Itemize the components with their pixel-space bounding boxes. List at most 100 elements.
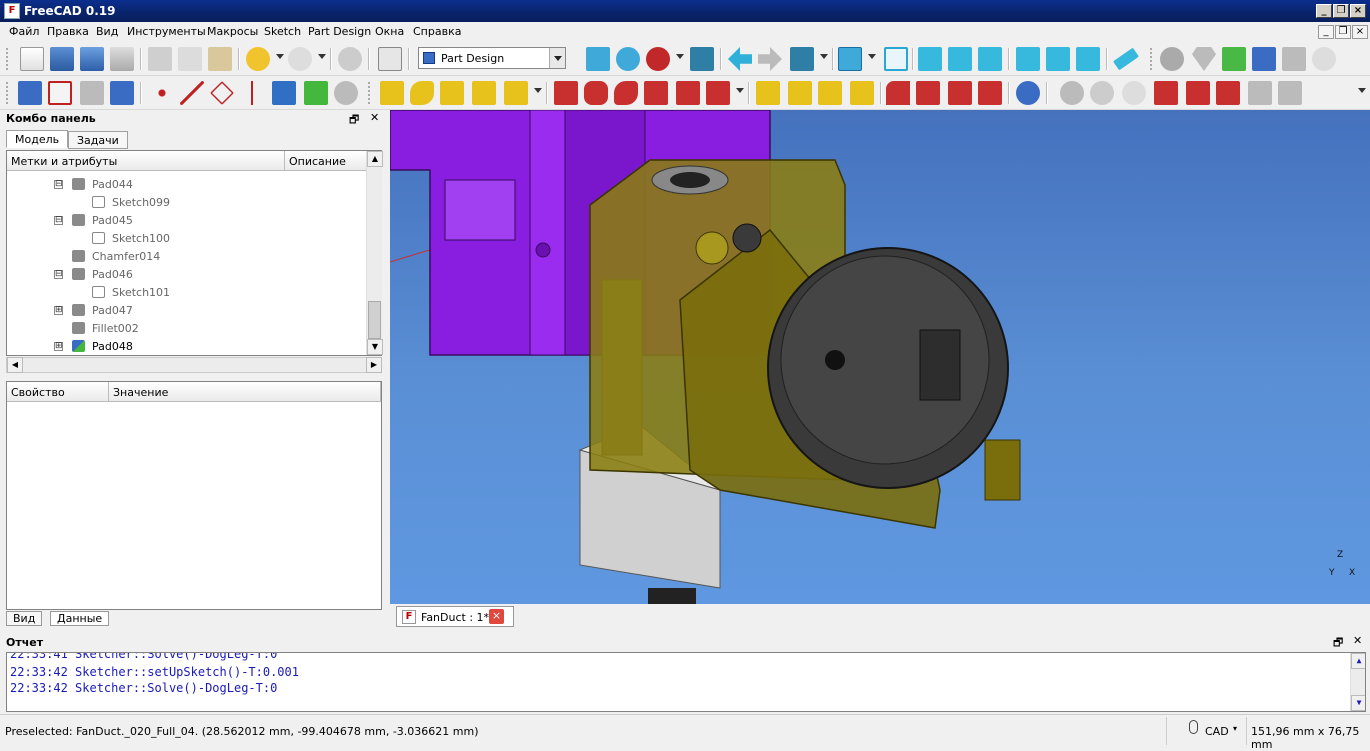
std-views-dropdown-icon[interactable] — [868, 54, 876, 59]
view-right-icon[interactable] — [978, 47, 1002, 71]
link-dropdown-icon[interactable] — [820, 54, 828, 59]
scroll-thumb[interactable] — [368, 301, 381, 339]
draw-style-icon[interactable] — [646, 47, 670, 71]
3d-model-render[interactable] — [390, 110, 1370, 604]
tree-column-header-labels[interactable]: Метки и атрибуты — [7, 151, 285, 171]
tree-scrollbar[interactable]: ▲ ▼ — [366, 151, 383, 355]
tree-item-sketch101[interactable]: Sketch101 — [7, 283, 365, 301]
undock-icon[interactable]: 🗗 — [349, 111, 359, 130]
std-views-icon[interactable] — [838, 47, 862, 71]
boolean-operation-icon[interactable] — [1016, 81, 1040, 105]
view-rear-icon[interactable] — [1016, 47, 1040, 71]
subshape-binder-icon[interactable] — [304, 81, 328, 105]
toolbar-grip[interactable] — [6, 48, 10, 70]
tree-item-sketch100[interactable]: Sketch100 — [7, 229, 365, 247]
create-sketch-icon[interactable] — [48, 81, 72, 105]
scroll-down-icon[interactable]: ▼ — [367, 339, 383, 355]
tree-item-pad046[interactable]: ⊟ Pad046 — [7, 265, 365, 283]
new-document-icon[interactable] — [20, 47, 44, 71]
part-cut-icon[interactable] — [1090, 81, 1114, 105]
redo-icon[interactable] — [288, 47, 312, 71]
part-compound-icon[interactable] — [1248, 81, 1272, 105]
tab-view[interactable]: Вид — [6, 611, 43, 626]
tree-item-pad048[interactable]: ⊞ Pad048 — [7, 337, 365, 355]
body-icon[interactable] — [1252, 47, 1276, 71]
polar-pattern-icon[interactable] — [818, 81, 842, 105]
menu-help[interactable]: Справка — [413, 25, 461, 38]
hole-icon[interactable] — [584, 81, 608, 105]
multi-transform-icon[interactable] — [850, 81, 874, 105]
additive-loft-icon[interactable] — [440, 81, 464, 105]
draw-style-dropdown-icon[interactable] — [676, 54, 684, 59]
tab-tasks[interactable]: Задачи — [68, 131, 128, 149]
pad-icon[interactable] — [380, 81, 404, 105]
additive-pipe-icon[interactable] — [472, 81, 496, 105]
chevron-down-icon[interactable] — [549, 48, 565, 68]
undock-icon[interactable]: 🗗 — [1333, 634, 1343, 653]
scroll-down-icon[interactable]: ▼ — [1351, 695, 1365, 711]
subtractive-loft-icon[interactable] — [644, 81, 668, 105]
linear-pattern-icon[interactable] — [788, 81, 812, 105]
additive-primitive-dropdown-icon[interactable] — [534, 88, 542, 93]
scroll-right-icon[interactable]: ▶ — [366, 357, 382, 373]
toolbar-grip[interactable] — [1150, 48, 1154, 70]
part-cross-section-icon[interactable] — [1186, 81, 1210, 105]
draft-icon[interactable] — [948, 81, 972, 105]
toolbar-overflow-icon[interactable] — [1358, 88, 1366, 93]
tree-item-pad044[interactable]: ⊟ Pad044 — [7, 175, 365, 193]
create-body-icon[interactable] — [18, 81, 42, 105]
menu-sketch[interactable]: Sketch — [264, 25, 301, 38]
3d-viewport[interactable]: Z Y X — [390, 110, 1370, 604]
fillet-icon[interactable] — [886, 81, 910, 105]
collapse-icon[interactable]: ⊟ — [54, 270, 63, 279]
tree-item-sketch099[interactable]: Sketch099 — [7, 193, 365, 211]
minimize-button[interactable]: _ — [1316, 4, 1332, 18]
tree-item-chamfer014[interactable]: Chamfer014 — [7, 247, 365, 265]
expand-icon[interactable]: ⊞ — [54, 342, 63, 351]
part-union-icon[interactable] — [1060, 81, 1084, 105]
map-sketch-icon[interactable] — [110, 81, 134, 105]
view-front-icon[interactable] — [918, 47, 942, 71]
local-coordinate-system-icon[interactable] — [240, 81, 264, 105]
mirrored-icon[interactable] — [756, 81, 780, 105]
additive-primitive-icon[interactable] — [504, 81, 528, 105]
forward-arrow-icon[interactable] — [758, 47, 782, 71]
tree-horizontal-scrollbar[interactable]: ◀ ▶ — [6, 357, 382, 373]
boolean-icon[interactable] — [1312, 47, 1336, 71]
print-icon[interactable] — [110, 47, 134, 71]
toolbar-grip[interactable] — [6, 82, 10, 104]
report-view[interactable]: 22:33:41 Sketcher::Solve()-DogLeg-T:0 22… — [6, 652, 1366, 712]
part-section-icon[interactable] — [1154, 81, 1178, 105]
cut-icon[interactable] — [148, 47, 172, 71]
revolution-icon[interactable] — [410, 81, 434, 105]
view-top-icon[interactable] — [948, 47, 972, 71]
close-window-button[interactable]: × — [1350, 4, 1366, 18]
measure-distance-icon[interactable] — [1113, 47, 1139, 71]
scroll-up-icon[interactable]: ▲ — [1351, 653, 1365, 669]
chamfer-icon[interactable] — [916, 81, 940, 105]
thickness-icon[interactable] — [978, 81, 1002, 105]
menu-part-design[interactable]: Part Design — [308, 25, 371, 38]
menu-file[interactable]: Файл — [9, 25, 39, 38]
validate-sketch-icon[interactable] — [80, 81, 104, 105]
collapse-icon[interactable]: ⊟ — [54, 216, 63, 225]
undo-icon[interactable] — [246, 47, 270, 71]
tab-model[interactable]: Модель — [6, 130, 69, 148]
part-explode-icon[interactable] — [1278, 81, 1302, 105]
bounding-box-icon[interactable] — [690, 47, 714, 71]
tab-data[interactable]: Данные — [50, 611, 110, 626]
undo-dropdown-icon[interactable] — [276, 54, 284, 59]
close-icon[interactable]: ✕ — [370, 111, 379, 124]
menu-windows[interactable]: Окна — [375, 25, 404, 38]
shape-binder-icon[interactable] — [272, 81, 296, 105]
mdi-minimize-button[interactable]: _ — [1318, 25, 1334, 39]
toolbar-grip[interactable] — [368, 82, 372, 104]
back-arrow-icon[interactable] — [728, 47, 752, 71]
part-container-icon[interactable] — [1222, 47, 1246, 71]
scroll-left-icon[interactable]: ◀ — [7, 357, 23, 373]
view-bottom-icon[interactable] — [1046, 47, 1070, 71]
report-scrollbar[interactable]: ▲ ▼ — [1350, 653, 1365, 711]
view-isometric-icon[interactable] — [884, 47, 908, 71]
redo-dropdown-icon[interactable] — [318, 54, 326, 59]
part-mirror-icon[interactable] — [1216, 81, 1240, 105]
